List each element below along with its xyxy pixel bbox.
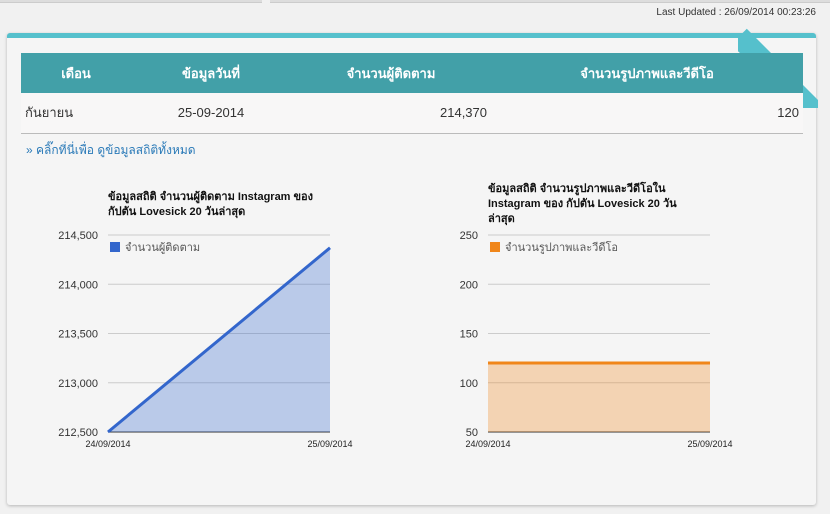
y-tick-label: 50 (466, 427, 478, 439)
y-tick-label: 212,500 (58, 427, 98, 439)
legend-label: จำนวนรูปภาพและวีดีโอ (505, 240, 618, 254)
y-tick-label: 213,500 (58, 329, 98, 341)
series-area (488, 363, 710, 432)
y-tick-label: 250 (460, 230, 478, 242)
charts-svg: 212,500 213,000 213,500 214,000 214,500 24/09… (58, 230, 732, 449)
y-tick-label: 100 (460, 378, 478, 390)
legend-swatch (490, 242, 500, 252)
y-tick-label: 150 (460, 329, 478, 341)
x-tick-label: 25/09/2014 (687, 439, 732, 449)
y-tick-label: 214,500 (58, 230, 98, 242)
x-tick-label: 24/09/2014 (85, 439, 130, 449)
y-tick-label: 213,000 (58, 378, 98, 390)
legend-label: จำนวนผู้ติดตาม (125, 241, 200, 254)
x-tick-label: 25/09/2014 (307, 439, 352, 449)
legend-swatch (110, 242, 120, 252)
y-tick-label: 200 (460, 279, 478, 291)
x-tick-label: 24/09/2014 (465, 439, 510, 449)
y-tick-label: 214,000 (58, 279, 98, 291)
